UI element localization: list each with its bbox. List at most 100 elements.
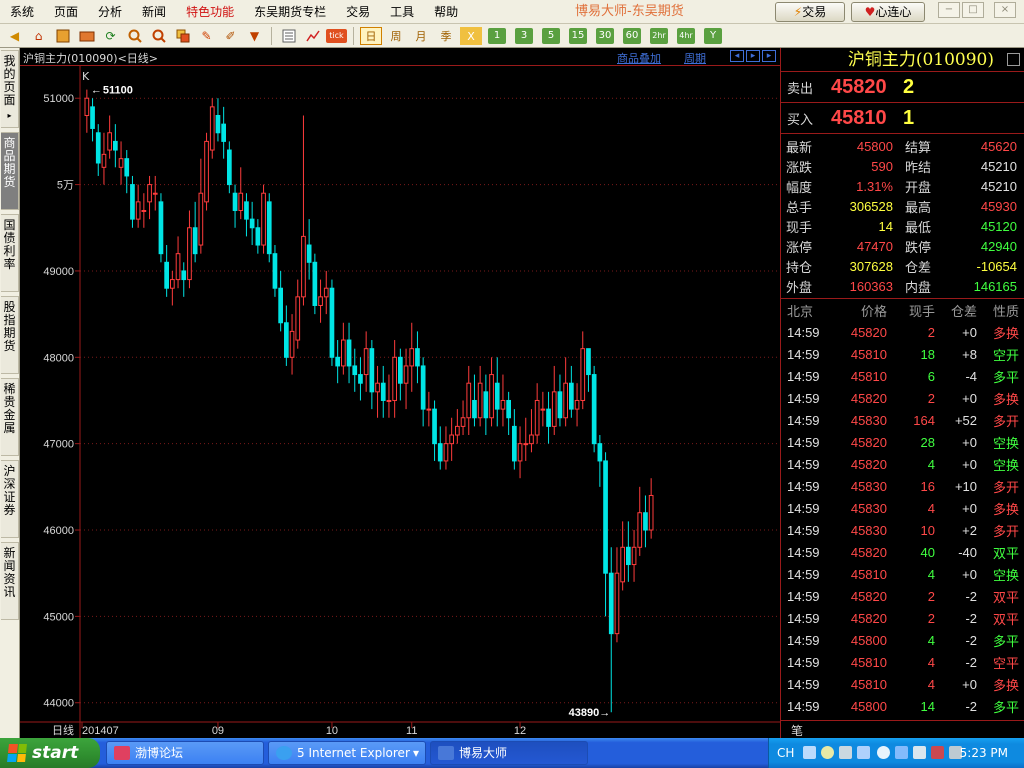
menu-analysis[interactable]: 分析 (88, 0, 132, 24)
taskbar-item-forum[interactable]: 渤博论坛 (106, 741, 264, 765)
tick-row: 14:59 45820 2 +0 多换 (781, 321, 1024, 343)
candle-body (432, 408, 437, 445)
menu-help[interactable]: 帮助 (424, 0, 468, 24)
zoom-fit-icon[interactable]: ▸ (762, 50, 776, 62)
filter-icon[interactable]: ▼ (244, 26, 265, 46)
tick-row: 14:59 45830 10 +2 多开 (781, 519, 1024, 541)
zoom-out-icon[interactable] (148, 26, 169, 46)
ticks-col-time: 北京 (787, 304, 814, 320)
ticks-tab[interactable]: 笔 (781, 720, 1024, 738)
menu-system[interactable]: 系统 (0, 0, 44, 24)
taskbar: start 渤博论坛 5 Internet Explorer ▾ 博易大师 CH … (0, 738, 1024, 768)
menu-column[interactable]: 东吴期货专栏 (244, 0, 336, 24)
taskbar-item-ie[interactable]: 5 Internet Explorer ▾ (268, 741, 426, 765)
period-3min[interactable]: 3 (515, 27, 533, 44)
tab-my-page[interactable]: 我的页面 ▸ (1, 50, 19, 128)
tick-oi-change: -4 (965, 368, 977, 384)
network-icon[interactable] (895, 746, 908, 759)
tray-expand-icon[interactable] (877, 746, 890, 759)
period-quarter[interactable]: 季 (435, 27, 457, 45)
period-day[interactable]: 日 (360, 26, 382, 45)
back-arrow-icon[interactable]: ◀ (4, 26, 25, 46)
ticks-col-price: 价格 (860, 304, 887, 320)
line-chart-icon[interactable] (302, 26, 323, 46)
clock[interactable]: 5:23 PM (960, 746, 1008, 760)
language-indicator[interactable]: CH (777, 746, 794, 760)
period-30min[interactable]: 30 (596, 27, 614, 44)
trade-button[interactable]: ⚡交易 (775, 2, 845, 22)
tab-precious-metals[interactable]: 稀贵金属 (1, 378, 19, 456)
moon-icon[interactable] (821, 746, 834, 759)
menu-trade[interactable]: 交易 (336, 0, 380, 24)
tab-news[interactable]: 新闻资讯 (1, 542, 19, 620)
punctuation-icon[interactable] (839, 746, 852, 759)
period-link[interactable]: 周期 (684, 50, 706, 66)
brush-icon[interactable]: ✐ (220, 26, 241, 46)
period-week[interactable]: 周 (385, 27, 407, 45)
scroll-right-icon[interactable]: ▸ (746, 50, 760, 62)
period-15min[interactable]: 15 (569, 27, 587, 44)
pencil-icon[interactable]: ✎ (196, 26, 217, 46)
menu-page[interactable]: 页面 (44, 0, 88, 24)
candle-body (295, 296, 301, 341)
low-marker-arrow: → (599, 707, 610, 719)
period-year[interactable]: Y (704, 27, 722, 44)
candle-body (415, 348, 420, 367)
tick-nature: 多换 (992, 678, 1019, 694)
period-2hr[interactable]: 2hr (650, 27, 668, 44)
tick-icon[interactable]: tick (326, 28, 347, 43)
zoom-in-icon[interactable] (124, 26, 145, 46)
period-60min[interactable]: 60 (623, 27, 641, 44)
candle-body (306, 244, 312, 263)
period-5min[interactable]: 5 (542, 27, 560, 44)
tab-index-futures[interactable]: 股指期货 (1, 296, 19, 374)
home-icon[interactable]: ⌂ (28, 26, 49, 46)
stat-row: 涨停 47470 跌停 42940 (781, 236, 1024, 256)
tick-time: 14:59 (787, 324, 820, 340)
taskbar-item-boyi[interactable]: 博易大师 (430, 741, 588, 765)
menu-tools[interactable]: 工具 (380, 0, 424, 24)
keyboard-icon[interactable] (857, 746, 870, 759)
tick-oi-change: -2 (965, 698, 977, 714)
minimize-button[interactable]: − (938, 2, 960, 18)
maximize-button[interactable]: □ (962, 2, 984, 18)
period-month[interactable]: 月 (410, 27, 432, 45)
candle-body (580, 348, 586, 401)
ask-price[interactable]: 45820 (831, 76, 903, 99)
window-icon[interactable] (172, 26, 193, 46)
candle-body (272, 253, 278, 289)
period-x[interactable]: X (460, 26, 482, 45)
toolbar: ◀ ⌂ ⟳ ✎ ✐ ▼ tick 日 周 月 季 X 1 3 5 15 30 6… (0, 24, 1024, 48)
tab-commodity-futures[interactable]: 商品期货 (1, 132, 19, 210)
candle-body (460, 417, 466, 427)
candle-body (204, 140, 209, 203)
tab-securities[interactable]: 沪深证券 (1, 460, 19, 538)
menu-features[interactable]: 特色功能 (176, 0, 244, 24)
candle-body (101, 153, 107, 168)
start-button[interactable]: start (0, 738, 100, 768)
period-1min[interactable]: 1 (488, 27, 506, 44)
candlestick-chart[interactable]: 51000 5万 49000 48000 47000 46000 45000 44000 ← 51… (20, 66, 780, 738)
refresh-icon[interactable]: ⟳ (100, 26, 121, 46)
wallet-icon[interactable] (76, 26, 97, 46)
printer-icon[interactable] (913, 746, 926, 759)
app-title: 博易大师-东吴期货 (575, 4, 684, 19)
scroll-left-icon[interactable]: ◂ (730, 50, 744, 62)
close-button[interactable]: × (994, 2, 1016, 18)
ime-icon[interactable] (803, 746, 816, 759)
book-icon[interactable] (52, 26, 73, 46)
x-tick-label: 10 (326, 725, 338, 737)
panel-toggle-icon[interactable] (1007, 53, 1020, 66)
stat-row: 现手 14 最低 45120 (781, 216, 1024, 236)
menu-news[interactable]: 新闻 (132, 0, 176, 24)
commodity-overlay-link[interactable]: 商品叠加 (617, 50, 661, 66)
list-icon[interactable] (278, 26, 299, 46)
period-4hr[interactable]: 4hr (677, 27, 695, 44)
heart-button[interactable]: ♥心连心 (851, 2, 925, 22)
security-icon[interactable] (931, 746, 944, 759)
tick-oi-change: -2 (965, 610, 977, 626)
heart-button-label: 心连心 (875, 5, 912, 19)
stat-label: 最新 (786, 140, 813, 156)
bid-price[interactable]: 45810 (831, 107, 903, 130)
tab-bond-rates[interactable]: 国债利率 (1, 214, 19, 292)
